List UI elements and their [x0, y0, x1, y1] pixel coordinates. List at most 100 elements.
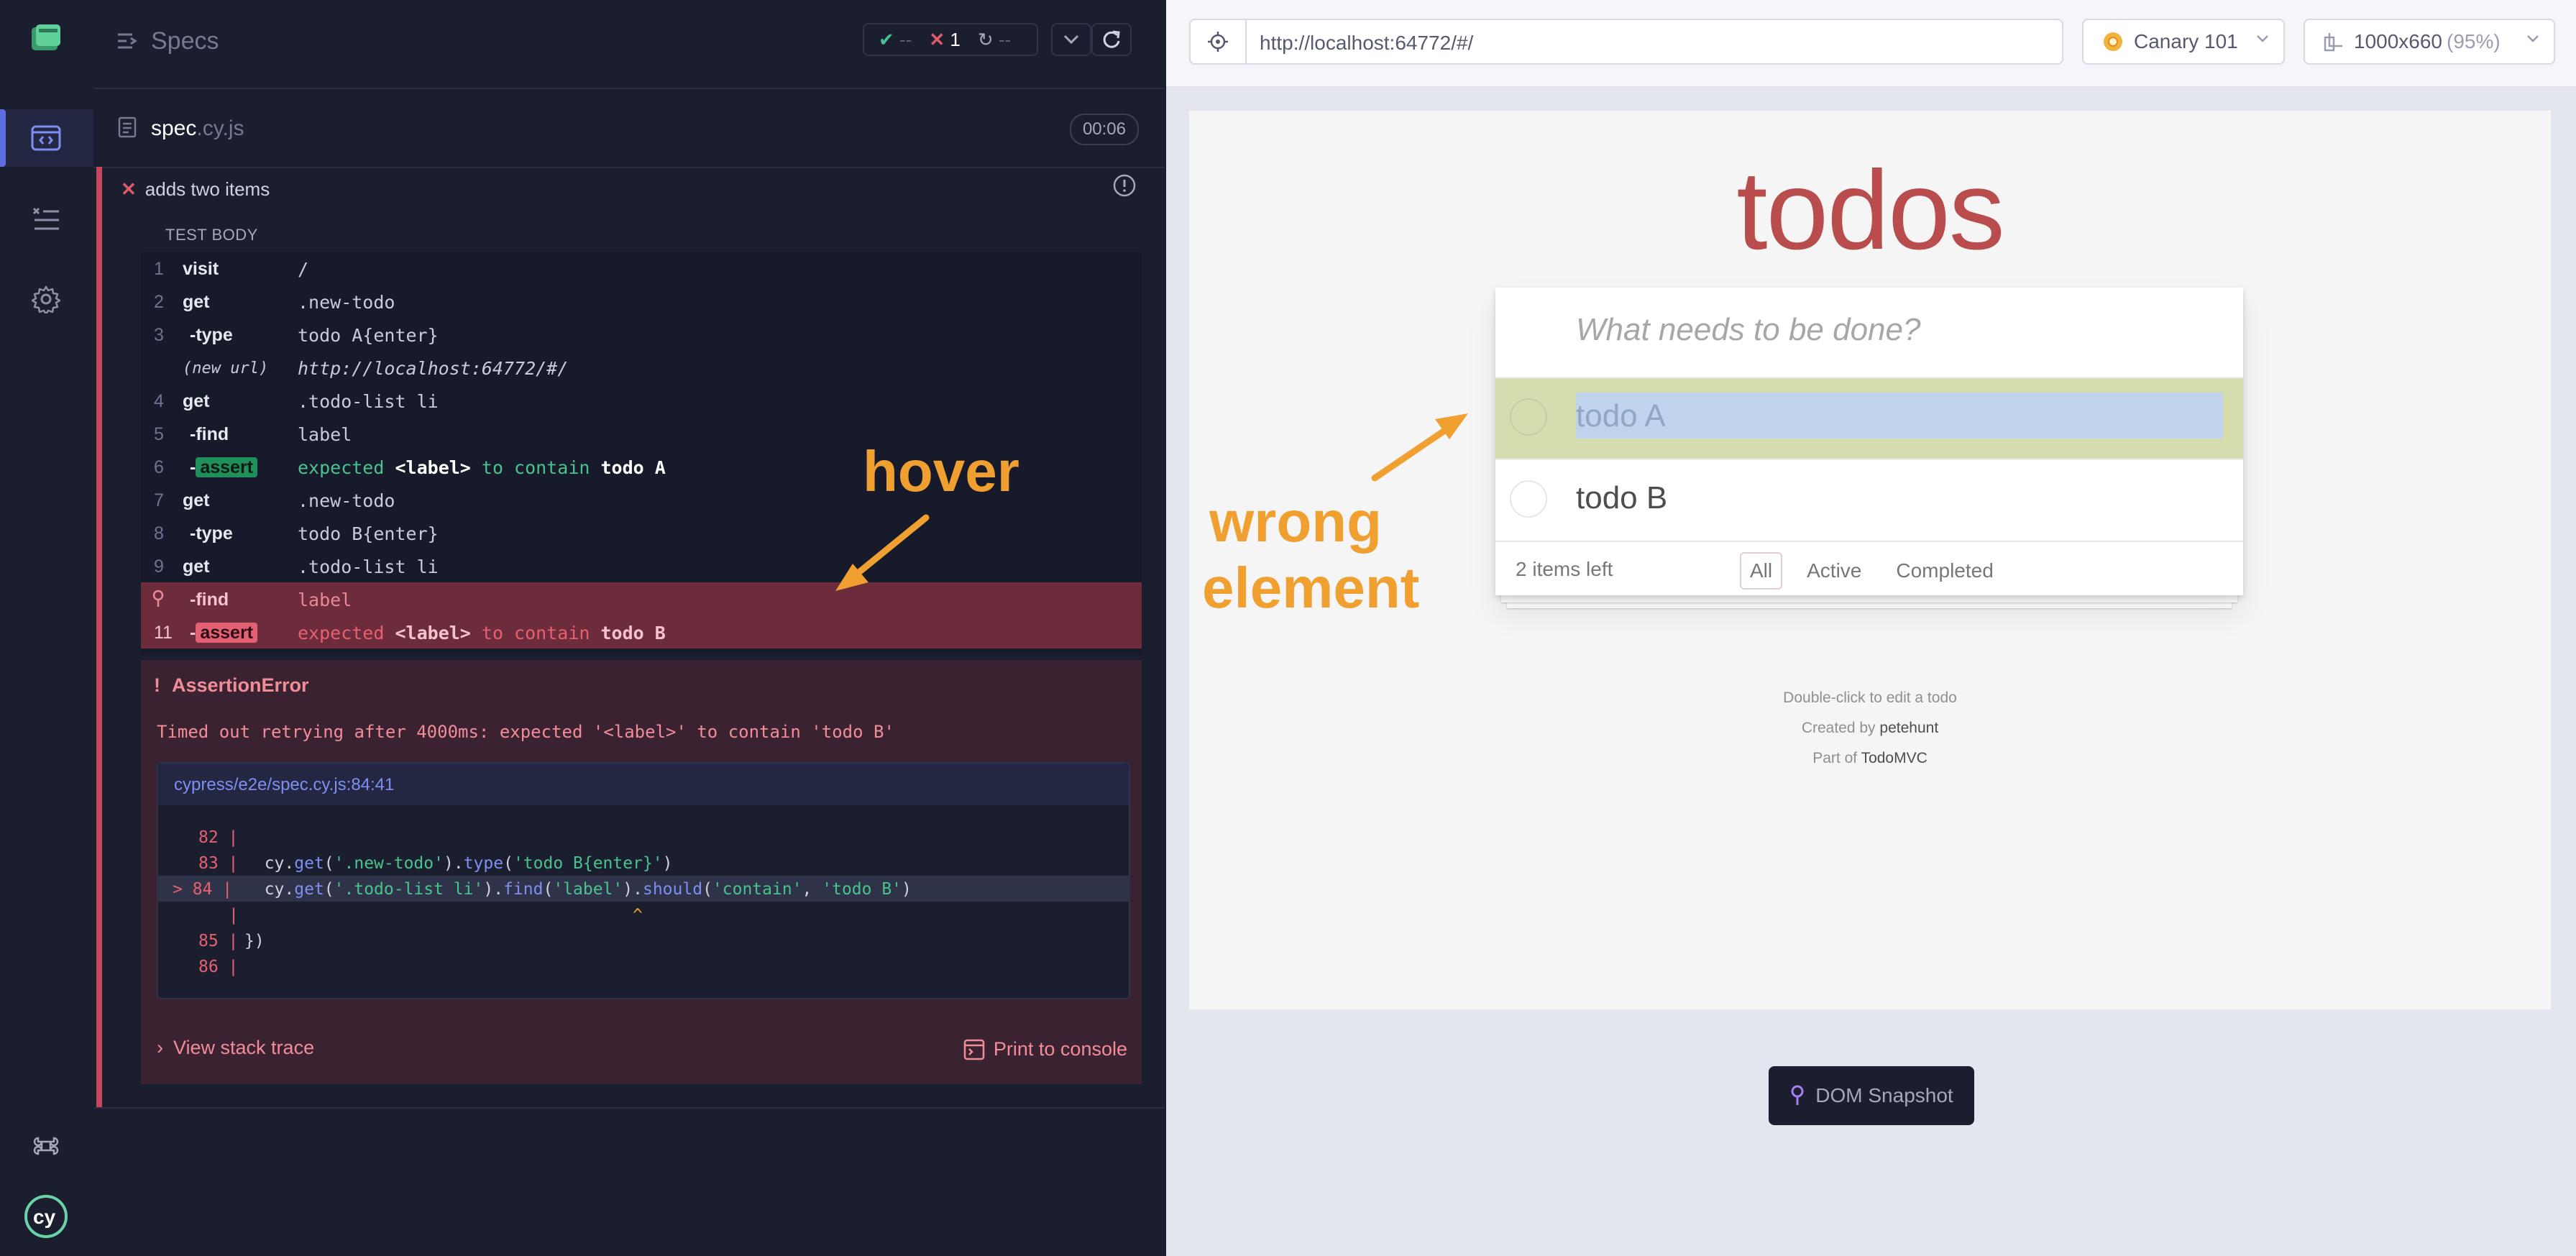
code-frame-file[interactable]: cypress/e2e/spec.cy.js:84:41 [158, 764, 1129, 805]
aut-address-bar: http://localhost:64772/#/ Canary 101 100… [1166, 0, 2576, 88]
assert-badge: - assert [190, 457, 257, 478]
cypress-logo-button[interactable]: cy [23, 1193, 69, 1239]
todos-title: todos [1736, 148, 2005, 273]
command-message: label [298, 590, 352, 610]
pending-icon: ↻ [977, 28, 994, 50]
filter-active[interactable]: Active [1797, 552, 1871, 590]
expand-collapse-button[interactable] [1051, 23, 1091, 56]
selector-playground-button[interactable] [1191, 20, 1247, 63]
info-edit-hint: Double-click to edit a todo [1783, 689, 1957, 706]
info-part-of: Part of TodoMVC [1189, 743, 2551, 774]
assert-verb: to contain [481, 457, 590, 478]
test-title-text: adds two items [145, 178, 270, 200]
todo-footer: 2 items left All Active Completed [1495, 541, 2243, 597]
command-message: todo A{enter} [298, 325, 439, 346]
view-stack-trace[interactable]: › View stack trace [157, 1037, 314, 1059]
todo-info: Double-click to edit a todo Created by p… [1189, 683, 2551, 774]
chrome-canary-icon [2104, 32, 2122, 51]
stack-trace-label: View stack trace [173, 1037, 315, 1058]
assert-message: expected <label> to contain todo A [298, 457, 666, 478]
test-title[interactable]: ✕ adds two items [121, 178, 270, 201]
assert-word: expected [298, 457, 385, 478]
assert-fail-badge: assert [196, 623, 257, 643]
code-caret: ^ [244, 906, 643, 925]
command-row-url: (new url) http://localhost:64772/#/ [141, 351, 1142, 384]
pin-icon [152, 590, 164, 607]
console-icon [963, 1039, 985, 1060]
cypress-logo-icon: cy [24, 1195, 68, 1238]
command-message: / [298, 259, 309, 280]
keyboard-shortcuts-icon [33, 1137, 59, 1155]
test-body-label: TEST BODY [165, 226, 258, 244]
nav-specs-button[interactable] [26, 118, 66, 158]
info-created-label: Created by [1801, 720, 1876, 736]
exclamation-icon: ! [154, 674, 160, 696]
command-number: 9 [154, 556, 164, 577]
chevron-right-icon: › [157, 1037, 163, 1058]
assert-verb: to contain [481, 623, 590, 643]
nav-settings-button[interactable] [26, 279, 66, 319]
info-author-link[interactable]: petehunt [1879, 720, 1938, 736]
browser-name: Canary 101 [2134, 30, 2238, 52]
command-row-pinned[interactable]: -find label [141, 582, 1142, 615]
code-frame-file-link[interactable]: cypress/e2e/spec.cy.js:84:41 [174, 775, 394, 795]
browser-selector[interactable]: Canary 101 [2082, 19, 2285, 65]
pending-stat: ↻ -- [978, 29, 1011, 51]
spec-duration: 00:06 [1069, 114, 1139, 145]
todo-item[interactable]: todo B [1495, 459, 2243, 541]
line-number: 82 | [198, 828, 239, 847]
test-stats: ✔ -- ✕ 1 ↻ -- [863, 23, 1038, 56]
error-title-text: AssertionError [172, 674, 309, 696]
filter-all[interactable]: All [1740, 552, 1783, 590]
specs-list-icon[interactable] [116, 32, 138, 50]
filter-completed[interactable]: Completed [1886, 552, 2003, 590]
nav-active-indicator [0, 109, 6, 167]
line-number: 85 | [198, 932, 239, 950]
command-row-failed-assert[interactable]: 11 - assert expected <label> to contain tod… [141, 615, 1142, 648]
url-field[interactable]: http://localhost:64772/#/ [1189, 19, 2063, 65]
command-row[interactable]: 8 -type todo B{enter} [141, 516, 1142, 549]
print-to-console-button[interactable]: Print to console [963, 1038, 1127, 1060]
viewport-scale: (95%) [2447, 30, 2501, 52]
command-name: -find [190, 590, 229, 610]
code-frame: cypress/e2e/spec.cy.js:84:41 82 | 83 | c… [157, 762, 1130, 999]
todo-label[interactable]: todo B [1576, 480, 1667, 516]
todo-card: What needs to be done? todo A todo B 2 i… [1495, 288, 2243, 595]
command-number: 6 [154, 457, 164, 477]
info-icon[interactable] [1111, 173, 1137, 198]
rerun-button[interactable] [1091, 23, 1132, 56]
todo-toggle[interactable] [1510, 480, 1547, 518]
assert-value: todo A [600, 457, 666, 478]
command-name: get [183, 391, 210, 411]
label-highlight [1576, 393, 2223, 439]
command-row[interactable]: 2 get .new-todo [141, 285, 1142, 318]
command-row[interactable]: 1 visit / [141, 252, 1142, 285]
command-row[interactable]: 3 -type todo A{enter} [141, 318, 1142, 351]
keyboard-shortcuts-button[interactable] [26, 1126, 66, 1166]
chevron-down-icon [2527, 35, 2539, 42]
reporter-panel: Specs ✔ -- ✕ 1 ↻ -- spec.cy.js 00:06 ✕ ad… [93, 0, 1165, 1256]
dom-snapshot-button[interactable]: DOM Snapshot [1769, 1066, 1974, 1125]
command-name: -find [190, 424, 229, 444]
command-row[interactable]: 4 get .todo-list li [141, 384, 1142, 417]
app-under-test-pane: http://localhost:64772/#/ Canary 101 100… [1166, 0, 2576, 1256]
new-todo-input[interactable]: What needs to be done? [1576, 312, 1920, 348]
specs-header-title[interactable]: Specs [151, 27, 219, 55]
pending-count: -- [998, 28, 1012, 50]
hover-arrow-icon [835, 514, 930, 591]
viewport-selector[interactable]: 1000x660 (95%) [2304, 19, 2555, 65]
spec-file-name[interactable]: spec.cy.js [151, 116, 244, 141]
chevron-down-icon [2257, 35, 2268, 42]
code-source: }) [244, 932, 265, 950]
specs-icon [31, 125, 61, 151]
nav-runs-button[interactable] [26, 198, 66, 239]
left-nav: cy [0, 0, 95, 1256]
code-source: cy.get('.todo-list li').find('label').sh… [244, 880, 912, 899]
todo-label[interactable]: todo A [1576, 398, 1666, 434]
chevron-down-icon [1063, 35, 1079, 45]
command-row[interactable]: 9 get .todo-list li [141, 549, 1142, 582]
info-todomvc-link[interactable]: TodoMVC [1861, 750, 1928, 766]
todo-item-highlighted[interactable]: todo A [1495, 377, 2243, 459]
code-line: 85 |}) [158, 927, 1129, 953]
todo-toggle[interactable] [1510, 398, 1547, 436]
